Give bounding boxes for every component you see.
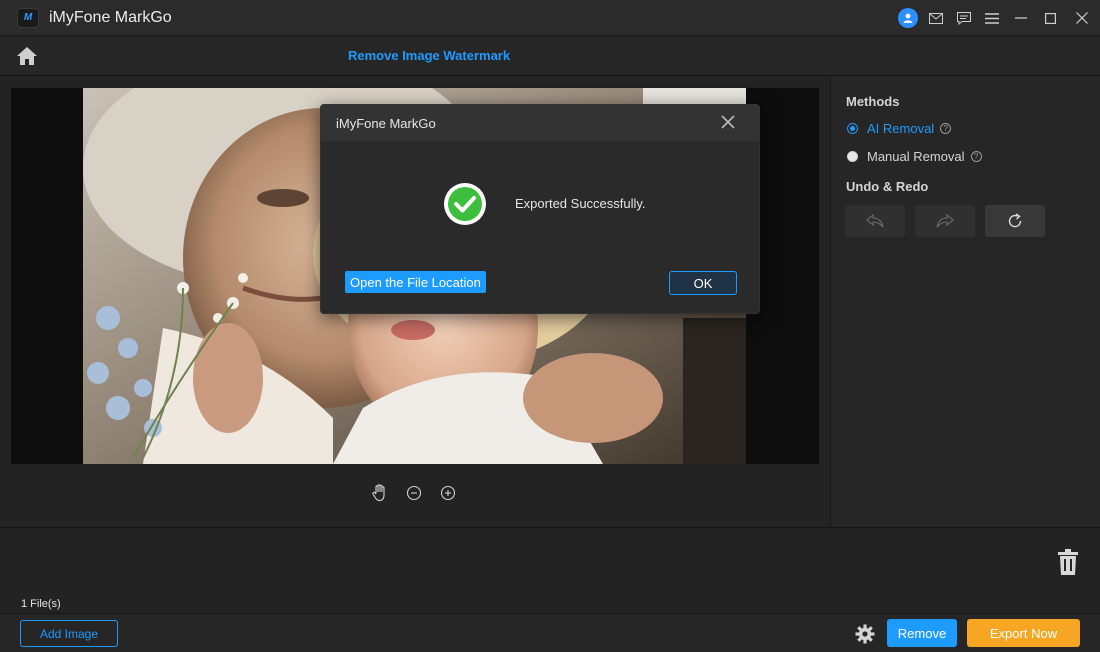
zoom-in-icon[interactable] xyxy=(438,483,458,503)
mail-icon[interactable] xyxy=(922,0,950,36)
app-logo-icon: M xyxy=(17,7,39,28)
redo-icon xyxy=(936,214,954,228)
home-icon[interactable] xyxy=(15,45,39,67)
reset-button[interactable] xyxy=(985,205,1045,237)
gear-icon[interactable] xyxy=(855,624,875,644)
dialog-header: iMyFone MarkGo xyxy=(321,105,759,141)
zoom-tools xyxy=(370,483,458,503)
undo-button[interactable] xyxy=(845,205,905,237)
undo-icon xyxy=(866,214,884,228)
redo-button[interactable] xyxy=(915,205,975,237)
zoom-out-icon[interactable] xyxy=(404,483,424,503)
open-file-location-button[interactable]: Open the File Location xyxy=(345,271,486,293)
help-icon[interactable]: ? xyxy=(970,151,982,162)
radio-button[interactable] xyxy=(847,151,858,162)
method-option-ai-removal[interactable]: AI Removal ? xyxy=(847,121,952,136)
methods-heading: Methods xyxy=(846,94,900,109)
sub-header: Remove Image Watermark xyxy=(0,37,1100,76)
refresh-icon xyxy=(1008,213,1022,228)
remove-button[interactable]: Remove xyxy=(887,619,957,647)
minimize-icon[interactable] xyxy=(1006,0,1036,36)
dialog-close-icon[interactable] xyxy=(719,113,737,131)
page-title: Remove Image Watermark xyxy=(348,48,511,63)
footer-bar: Add Image Remove Export Now xyxy=(0,613,1100,652)
method-option-manual-removal[interactable]: Manual Removal ? xyxy=(847,149,982,164)
feedback-icon[interactable] xyxy=(950,0,978,36)
window-controls xyxy=(894,0,1100,36)
dialog-message: Exported Successfully. xyxy=(515,196,646,211)
close-icon[interactable] xyxy=(1064,0,1100,36)
maximize-icon[interactable] xyxy=(1036,0,1064,36)
add-image-button[interactable]: Add Image xyxy=(20,620,118,647)
title-bar: M iMyFone MarkGo xyxy=(0,0,1100,36)
export-success-dialog: iMyFone MarkGo Exported Successfully. Op… xyxy=(320,104,760,314)
dialog-title: iMyFone MarkGo xyxy=(336,116,436,131)
user-icon[interactable] xyxy=(894,0,922,36)
trash-icon[interactable] xyxy=(1057,548,1079,576)
undo-redo-heading: Undo & Redo xyxy=(846,179,929,194)
menu-icon[interactable] xyxy=(978,0,1006,36)
app-title: iMyFone MarkGo xyxy=(49,8,172,26)
export-now-button[interactable]: Export Now xyxy=(967,619,1080,647)
settings-panel: Methods AI Removal ? Manual Removal ? Un… xyxy=(830,77,1100,527)
radio-button[interactable] xyxy=(847,123,858,134)
success-check-icon xyxy=(443,182,487,226)
hand-icon[interactable] xyxy=(370,483,390,503)
help-icon[interactable]: ? xyxy=(940,123,952,134)
ok-button[interactable]: OK xyxy=(669,271,737,295)
method-option-label: AI Removal xyxy=(867,121,935,136)
method-option-label: Manual Removal xyxy=(867,149,965,164)
file-list-area: 1 File(s) xyxy=(0,527,1100,613)
file-count: 1 File(s) xyxy=(21,598,61,610)
